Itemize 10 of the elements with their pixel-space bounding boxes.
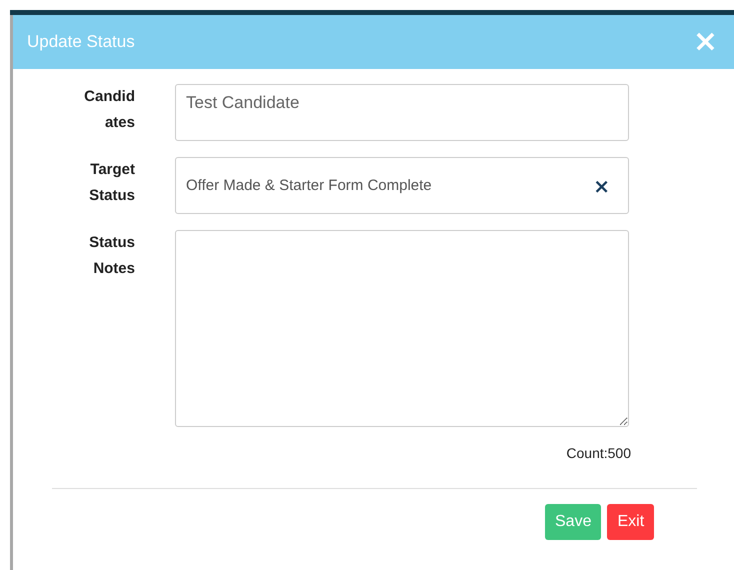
- field-label: Target Status: [88, 160, 135, 206]
- notes-field[interactable]: [175, 230, 629, 427]
- field-label: Candidates: [83, 87, 135, 133]
- status-select[interactable]: Offer Made & Starter Form Complete ×: [175, 157, 629, 214]
- dialog-title: Update Status: [27, 32, 135, 52]
- exit-button[interactable]: Exit: [607, 504, 654, 540]
- candidates-field[interactable]: Test Candidate: [175, 84, 629, 141]
- field-label: Status Notes: [88, 233, 135, 279]
- character-count: Count:500: [566, 445, 631, 461]
- clear-icon[interactable]: ×: [593, 174, 610, 198]
